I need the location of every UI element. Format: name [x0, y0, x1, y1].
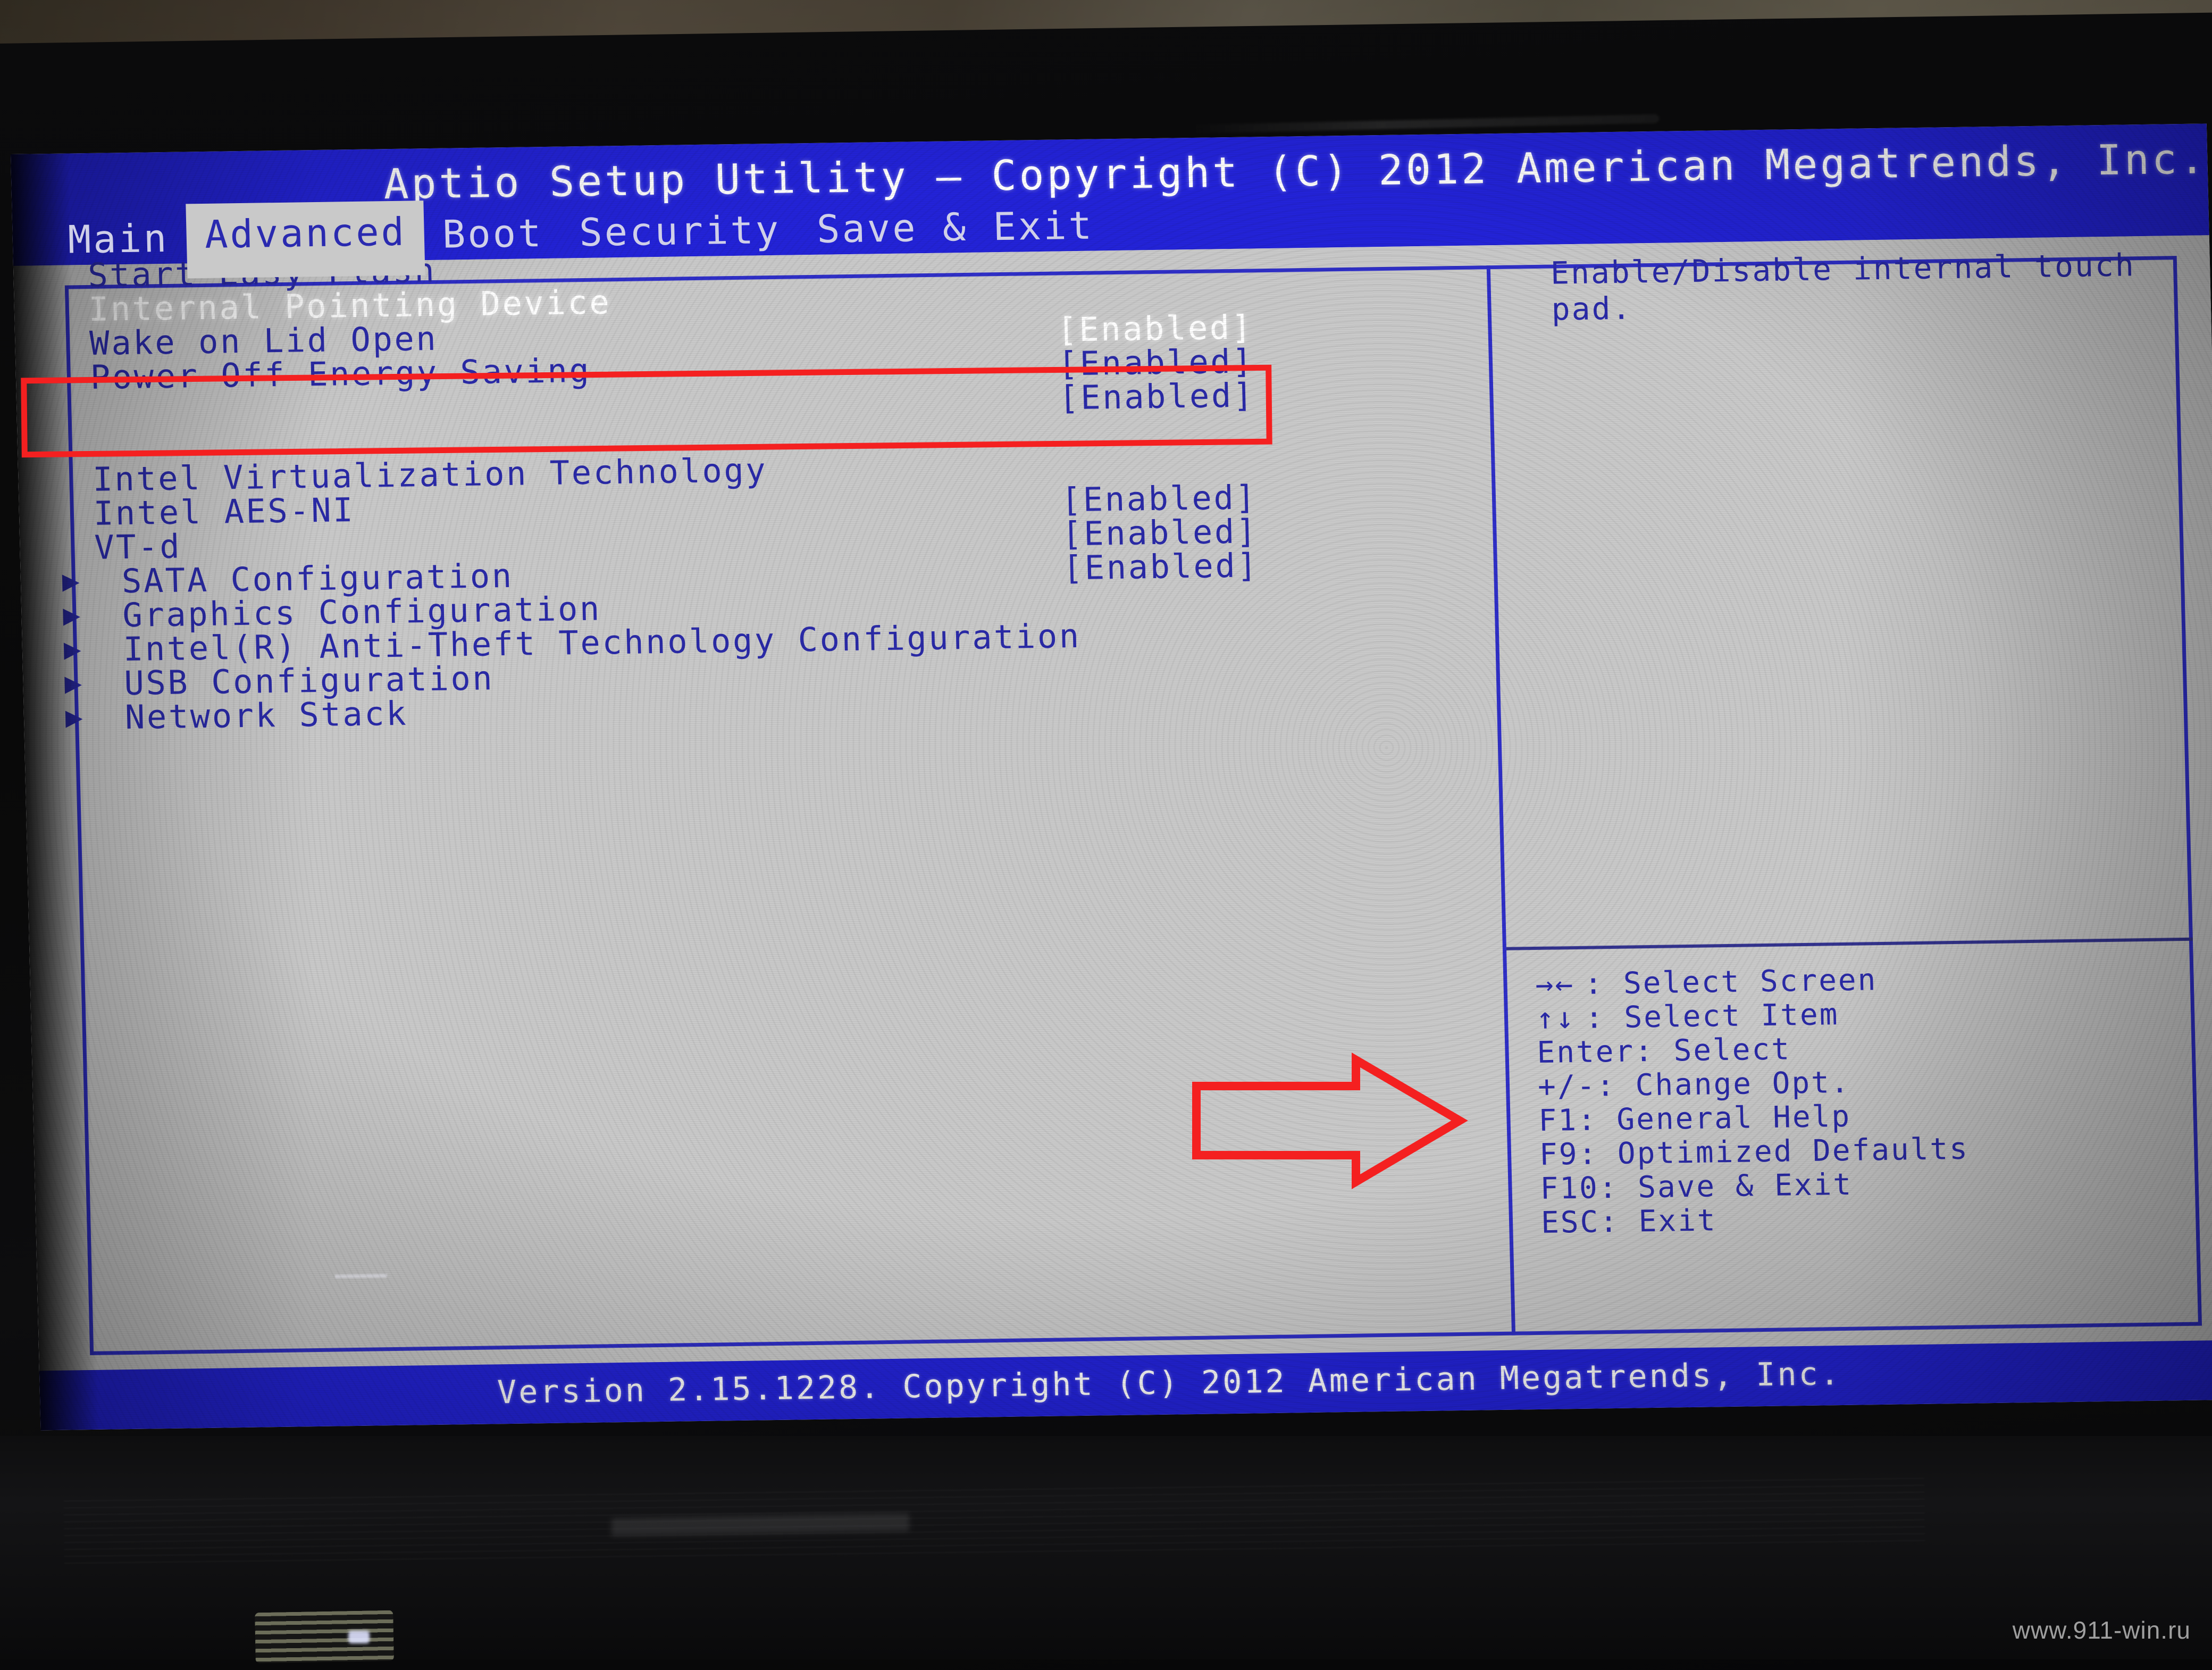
setting-label: VT-d — [94, 527, 182, 567]
status-led — [348, 1631, 370, 1643]
laptop-screen: Aptio Setup Utility – Copyright (C) 2012… — [11, 123, 2212, 1431]
submenu-arrow-icon: ▶ — [62, 598, 83, 632]
legend-desc: : Exit — [1599, 1203, 1717, 1240]
legend-desc: : Select Screen — [1583, 963, 1878, 1001]
watermark: www.911-win.ru — [2012, 1616, 2191, 1644]
tab-save-exit[interactable]: Save & Exit — [798, 198, 1112, 256]
legend-key: F1 — [1538, 1103, 1578, 1138]
legend-key: F9 — [1539, 1137, 1579, 1172]
arrow-left-right-icon: →← — [1535, 967, 1575, 1003]
legend-desc: : Save & Exit — [1598, 1167, 1853, 1206]
setting-value: [Enabled] — [1058, 375, 1255, 418]
lid-highlight — [1191, 114, 1660, 133]
tab-boot[interactable]: Boot — [424, 206, 562, 262]
legend-desc: : Change Opt. — [1596, 1065, 1851, 1104]
bios-version-text: Version 2.15.1228. Copyright (C) 2012 Am… — [497, 1355, 1842, 1412]
screen-artifact-dash — [334, 1274, 387, 1279]
legend-desc: : General Help — [1577, 1099, 1851, 1138]
bios-content-area: Start Easy Flash Internal Pointing Devic… — [13, 235, 2212, 1371]
legend-desc: : Optimized Defaults — [1578, 1131, 1970, 1172]
help-text: Enable/Disable internal touch pad. — [1550, 247, 2136, 328]
key-legend: →←: Select Screen ↑↓: Select Item Enter:… — [1535, 958, 2212, 1240]
legend-key: +/- — [1537, 1068, 1597, 1104]
legend-key: F10 — [1539, 1171, 1599, 1206]
submenu-arrow-icon: ▶ — [62, 564, 82, 598]
hinge-vent — [255, 1610, 394, 1664]
tab-security[interactable]: Security — [560, 203, 799, 259]
submenu-arrow-icon: ▶ — [65, 700, 85, 734]
submenu-arrow-icon: ▶ — [64, 666, 85, 700]
setting-value: [Enabled] — [1062, 546, 1260, 588]
bios-menu-tabs[interactable]: Main Advanced Boot Security Save & Exit — [49, 177, 1112, 279]
arrow-up-down-icon: ↑↓ — [1536, 1001, 1576, 1037]
setting-value: [Enabled] — [1057, 307, 1254, 349]
settings-list: Start Easy Flash Internal Pointing Devic… — [62, 239, 1460, 737]
legend-key: ESC — [1540, 1205, 1601, 1240]
tab-main[interactable]: Main — [49, 211, 188, 266]
submenu-arrow-icon: ▶ — [63, 632, 83, 666]
tab-advanced[interactable]: Advanced — [186, 201, 425, 279]
setting-label: Intel AES-NI — [93, 490, 355, 533]
setting-label: Network Stack — [124, 694, 408, 737]
legend-key: Enter — [1536, 1034, 1635, 1070]
bios-setup-screen: Aptio Setup Utility – Copyright (C) 2012… — [11, 123, 2212, 1431]
legend-desc: : Select Item — [1585, 997, 1840, 1036]
legend-desc: : Select — [1634, 1032, 1791, 1069]
